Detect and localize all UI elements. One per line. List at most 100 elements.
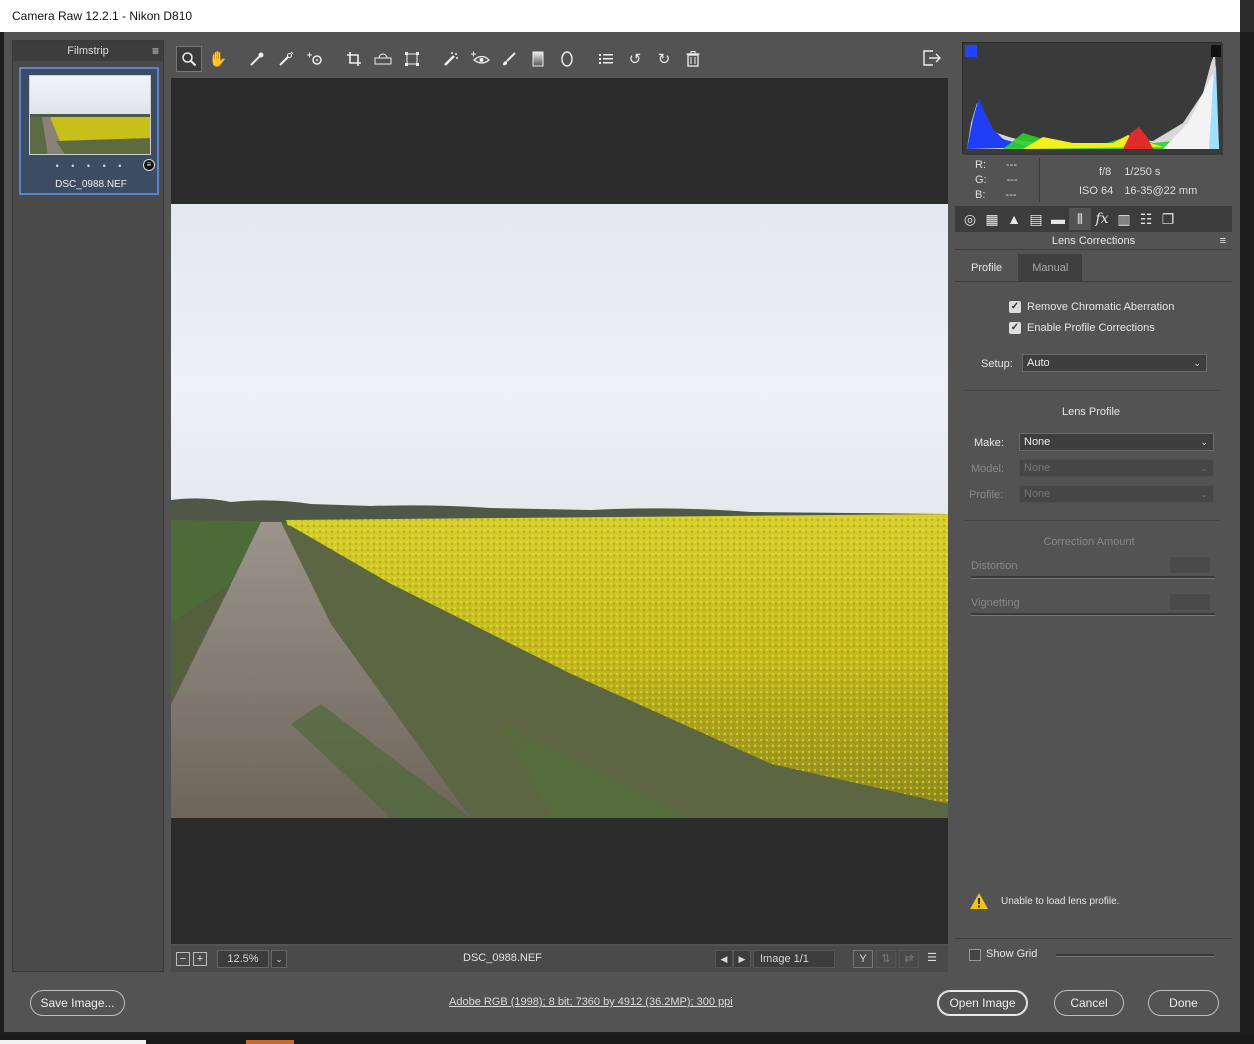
zoom-tool-icon[interactable] xyxy=(176,46,202,72)
copy-settings-icon[interactable]: ⇄ xyxy=(899,950,919,968)
g-value: --- xyxy=(1006,174,1018,186)
white-balance-tool-icon[interactable] xyxy=(244,46,270,72)
adjusted-badge-icon: ≡ xyxy=(143,159,155,171)
workflow-options-link[interactable]: Adobe RGB (1998); 8 bit; 7360 by 4912 (3… xyxy=(449,996,733,1008)
distortion-value-field[interactable] xyxy=(1169,556,1211,574)
toggle-settings-icon[interactable]: ☰ xyxy=(922,950,942,968)
chevron-down-icon: ⌄ xyxy=(1200,463,1208,473)
correction-amount-heading: Correction Amount xyxy=(1043,536,1135,548)
view-buttons: Y ⇅ ⇄ ☰ xyxy=(853,950,942,968)
info-divider xyxy=(1039,158,1040,202)
profile-label: Profile: xyxy=(969,489,1004,501)
basic-tab-icon[interactable]: ◎ xyxy=(959,208,981,230)
hsl-tab-icon[interactable]: ▤ xyxy=(1025,208,1047,230)
image-preview-area[interactable] xyxy=(171,78,948,944)
rating-dots[interactable]: • • • • • xyxy=(21,161,161,171)
warning-icon xyxy=(970,893,988,909)
transform-tool-icon[interactable] xyxy=(399,46,425,72)
r-value: --- xyxy=(1006,159,1017,171)
panel-menu-icon[interactable]: ≡ xyxy=(1220,232,1226,250)
show-grid-label: Show Grid xyxy=(986,948,1038,960)
model-value: None xyxy=(1024,462,1051,474)
enable-profile-corrections-checkbox[interactable]: ✓ Enable Profile Corrections xyxy=(1009,322,1155,334)
adjustment-brush-tool-icon[interactable] xyxy=(496,46,522,72)
distortion-label: Distortion xyxy=(971,560,1018,572)
tone-curve-tab-icon[interactable]: ▦ xyxy=(981,208,1003,230)
radial-filter-tool-icon[interactable] xyxy=(554,46,580,72)
filmstrip-thumbnail[interactable]: • • • • • ≡ DSC_0988.NEF xyxy=(19,67,159,195)
chevron-down-icon: ⌄ xyxy=(1200,489,1208,499)
zoom-dropdown-chevron-icon[interactable]: ⌄ xyxy=(271,950,287,968)
color-sampler-tool-icon[interactable] xyxy=(273,46,299,72)
rotate-cw-icon[interactable]: ↻ xyxy=(651,46,677,72)
filmstrip-menu-icon[interactable]: ≡ xyxy=(152,41,159,61)
snapshots-tab-icon[interactable]: ❐ xyxy=(1157,208,1179,230)
hand-tool-icon[interactable]: ✋ xyxy=(205,46,231,72)
split-toning-tab-icon[interactable]: ▬ xyxy=(1047,208,1069,230)
profile-select[interactable]: None ⌄ xyxy=(1019,485,1214,503)
filmstrip-panel: Filmstrip ≡ • • • • • ≡ DSC_0988.NEF xyxy=(12,40,164,972)
graduated-filter-tool-icon[interactable] xyxy=(525,46,551,72)
tab-manual[interactable]: Manual xyxy=(1018,254,1083,282)
calibration-tab-icon[interactable]: ▥ xyxy=(1113,208,1135,230)
g-label: G: xyxy=(975,174,987,186)
zoom-in-button[interactable]: + xyxy=(193,952,207,966)
preview-status-bar: − + 12.5% ⌄ DSC_0988.NEF ◀ ▶ Image 1/1 Y… xyxy=(171,946,948,972)
spot-removal-tool-icon[interactable] xyxy=(438,46,464,72)
preferences-list-icon[interactable] xyxy=(593,46,619,72)
done-button[interactable]: Done xyxy=(1148,990,1219,1016)
filmstrip-title: Filmstrip xyxy=(67,45,109,57)
straighten-tool-icon[interactable] xyxy=(370,46,396,72)
before-after-toggle[interactable]: Y xyxy=(853,950,873,968)
panel-title-text: Lens Corrections xyxy=(1051,235,1136,247)
grid-size-slider[interactable] xyxy=(1056,954,1214,957)
taskbar-item[interactable] xyxy=(0,1040,146,1044)
taskbar-item[interactable] xyxy=(246,1040,294,1044)
detail-tab-icon[interactable]: ▲ xyxy=(1003,208,1025,230)
setup-select[interactable]: Auto ⌄ xyxy=(1022,354,1207,372)
make-select[interactable]: None ⌄ xyxy=(1019,433,1214,451)
red-eye-tool-icon[interactable] xyxy=(467,46,493,72)
zoom-out-button[interactable]: − xyxy=(176,952,190,966)
trash-icon[interactable] xyxy=(680,46,706,72)
distortion-track[interactable] xyxy=(971,576,1215,579)
enable-profile-label: Enable Profile Corrections xyxy=(1027,322,1155,334)
vignetting-value-field[interactable] xyxy=(1169,593,1211,611)
open-image-button[interactable]: Open Image xyxy=(937,990,1028,1016)
lens-subtabs: Profile Manual xyxy=(955,254,1232,282)
export-icon[interactable] xyxy=(920,46,944,70)
window-title: Camera Raw 12.2.1 - Nikon D810 xyxy=(0,0,1254,32)
exif-info: f/8 1/250 s ISO 64 16-35@22 mm xyxy=(1079,163,1197,201)
next-image-icon[interactable]: ▶ xyxy=(733,950,751,968)
previous-image-icon[interactable]: ◀ xyxy=(715,950,733,968)
checkbox-checked-icon[interactable]: ✓ xyxy=(1009,322,1021,334)
shutter-speed: 1/250 s xyxy=(1124,166,1161,178)
tool-bar: ✋ ↺ ↻ xyxy=(171,42,948,76)
crop-tool-icon[interactable] xyxy=(341,46,367,72)
cancel-button[interactable]: Cancel xyxy=(1054,990,1124,1016)
effects-tab-icon[interactable]: fx xyxy=(1091,208,1113,230)
swap-settings-icon[interactable]: ⇅ xyxy=(876,950,896,968)
model-select[interactable]: None ⌄ xyxy=(1019,459,1214,477)
r-label: R: xyxy=(975,159,986,171)
lens-corrections-tab-icon[interactable]: ⦀ xyxy=(1069,208,1091,230)
save-image-button[interactable]: Save Image... xyxy=(30,990,125,1016)
model-label: Model: xyxy=(971,463,1005,475)
image-navigator: ◀ ▶ Image 1/1 xyxy=(715,950,835,968)
checkbox-checked-icon[interactable]: ✓ xyxy=(1009,301,1021,313)
zoom-level-field[interactable]: 12.5% xyxy=(217,950,269,968)
targeted-adjustment-tool-icon[interactable] xyxy=(302,46,328,72)
iso: ISO 64 xyxy=(1079,185,1114,197)
profile-value: None xyxy=(1024,488,1051,500)
rotate-ccw-icon[interactable]: ↺ xyxy=(622,46,648,72)
rgb-readout: R: --- G: --- B: --- xyxy=(975,158,1018,203)
presets-tab-icon[interactable]: ☷ xyxy=(1135,208,1157,230)
preview-image[interactable] xyxy=(171,204,948,818)
vignetting-track[interactable] xyxy=(971,613,1215,616)
image-count: Image 1/1 xyxy=(753,950,835,968)
current-filename: DSC_0988.NEF xyxy=(463,952,542,964)
vignetting-label: Vignetting xyxy=(971,597,1020,609)
remove-chromatic-aberration-checkbox[interactable]: ✓ Remove Chromatic Aberration xyxy=(1009,301,1174,313)
tab-profile[interactable]: Profile xyxy=(961,254,1012,282)
show-grid-checkbox[interactable] xyxy=(969,949,981,961)
